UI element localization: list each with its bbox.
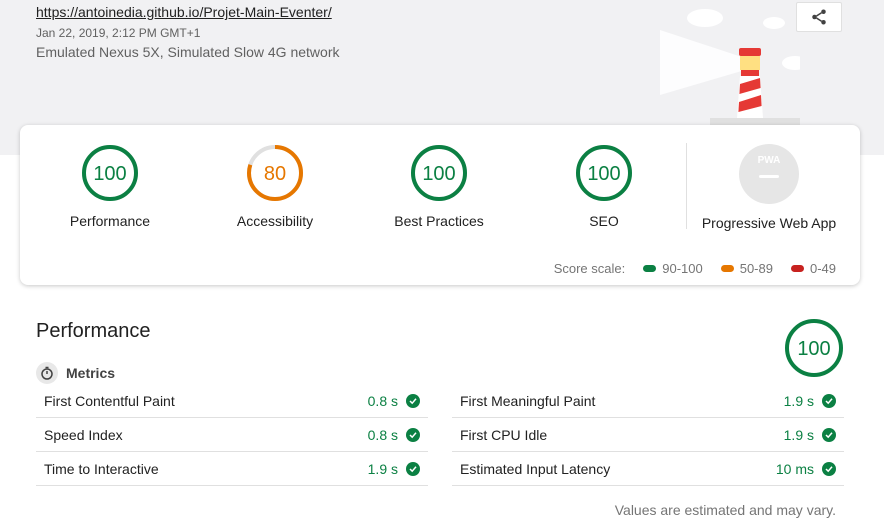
pass-check-icon	[822, 427, 836, 442]
gauge-label: Best Practices	[394, 213, 484, 229]
metric-value: 10 ms	[775, 460, 814, 477]
score-scale-label: Score scale:	[553, 261, 626, 276]
metric-row: Speed Index 0.8 s	[36, 418, 428, 452]
score-summary-card: 100 Performance 80 Accessibility 100 Best Pra…	[20, 125, 860, 285]
report-url-link[interactable]: https://antoinedia.github.io/Projet-Main…	[36, 4, 332, 20]
metric-value: 1.9 s	[783, 426, 814, 443]
metrics-column-right: First Meaningful Paint 1.9 s First CPU I…	[452, 384, 844, 486]
share-icon	[812, 9, 826, 25]
gauge-best-practices[interactable]: 100 Best Practices	[364, 143, 514, 229]
metric-row: First Meaningful Paint 1.9 s	[452, 384, 844, 418]
pwa-badge-text: PWA	[758, 155, 781, 166]
scale-item-average: 50-89	[720, 261, 773, 276]
pwa-divider	[686, 143, 687, 229]
gauge-score: 100	[422, 163, 455, 185]
lighthouse-illustration	[660, 9, 800, 125]
pass-check-icon	[822, 461, 836, 476]
gauge-label: SEO	[589, 213, 619, 229]
environment-info: Emulated Nexus 5X, Simulated Slow 4G net…	[36, 44, 340, 60]
metric-name: First CPU Idle	[460, 426, 548, 443]
pwa-badge-icon: PWA	[739, 144, 799, 204]
pass-check-icon	[406, 461, 420, 476]
report-date: Jan 22, 2019, 2:12 PM GMT+1	[36, 26, 201, 40]
metric-name: Estimated Input Latency	[460, 460, 611, 477]
performance-score-gauge: 100	[784, 318, 844, 383]
gauge-label-pwa: Progressive Web App	[701, 215, 837, 231]
gauge-ring: 100	[411, 145, 467, 201]
share-button[interactable]	[796, 2, 842, 32]
score-scale: Score scale: 90-100 50-89 0-49	[554, 261, 836, 276]
pass-check-icon	[406, 427, 420, 442]
gauge-score: 100	[587, 163, 620, 185]
gauge-score: 100	[93, 163, 126, 185]
gauge-ring: 80	[247, 145, 303, 201]
metric-value: 0.8 s	[367, 426, 398, 443]
metric-name: First Meaningful Paint	[460, 392, 596, 409]
metric-row: Estimated Input Latency 10 ms	[452, 452, 844, 486]
gauge-seo[interactable]: 100 SEO	[529, 143, 679, 229]
metrics-header: Metrics	[36, 362, 115, 384]
scale-item-fail: 0-49	[790, 261, 836, 276]
metric-row: Time to Interactive 1.9 s	[36, 452, 428, 486]
metric-row: First CPU Idle 1.9 s	[452, 418, 844, 452]
stopwatch-icon	[36, 362, 58, 384]
metric-value: 1.9 s	[783, 392, 814, 409]
gauge-label: Performance	[69, 213, 151, 229]
metric-name: First Contentful Paint	[44, 392, 175, 409]
gauge-accessibility[interactable]: 80 Accessibility	[200, 143, 350, 229]
metric-name: Speed Index	[44, 426, 123, 443]
gauge-ring: 100	[576, 145, 632, 201]
gauge-ring: 100	[82, 145, 138, 201]
gauge-score: 80	[264, 163, 286, 185]
metric-value: 1.9 s	[367, 460, 398, 477]
pass-check-icon	[406, 393, 420, 408]
performance-section-title: Performance	[36, 320, 151, 342]
metric-row: First Contentful Paint 0.8 s	[36, 384, 428, 418]
metrics-column-left: First Contentful Paint 0.8 s Speed Index…	[36, 384, 428, 486]
performance-score-value: 100	[797, 338, 830, 360]
estimate-note: Values are estimated and may vary.	[614, 502, 836, 518]
gauge-performance[interactable]: 100 Performance	[35, 143, 185, 229]
pass-check-icon	[822, 393, 836, 408]
gauge-pwa[interactable]: PWA Progressive Web App	[694, 143, 844, 231]
scale-item-pass: 90-100	[643, 261, 703, 276]
metric-value: 0.8 s	[367, 392, 398, 409]
gauge-label: Accessibility	[236, 213, 314, 229]
metrics-label: Metrics	[66, 365, 116, 381]
metric-name: Time to Interactive	[44, 460, 159, 477]
